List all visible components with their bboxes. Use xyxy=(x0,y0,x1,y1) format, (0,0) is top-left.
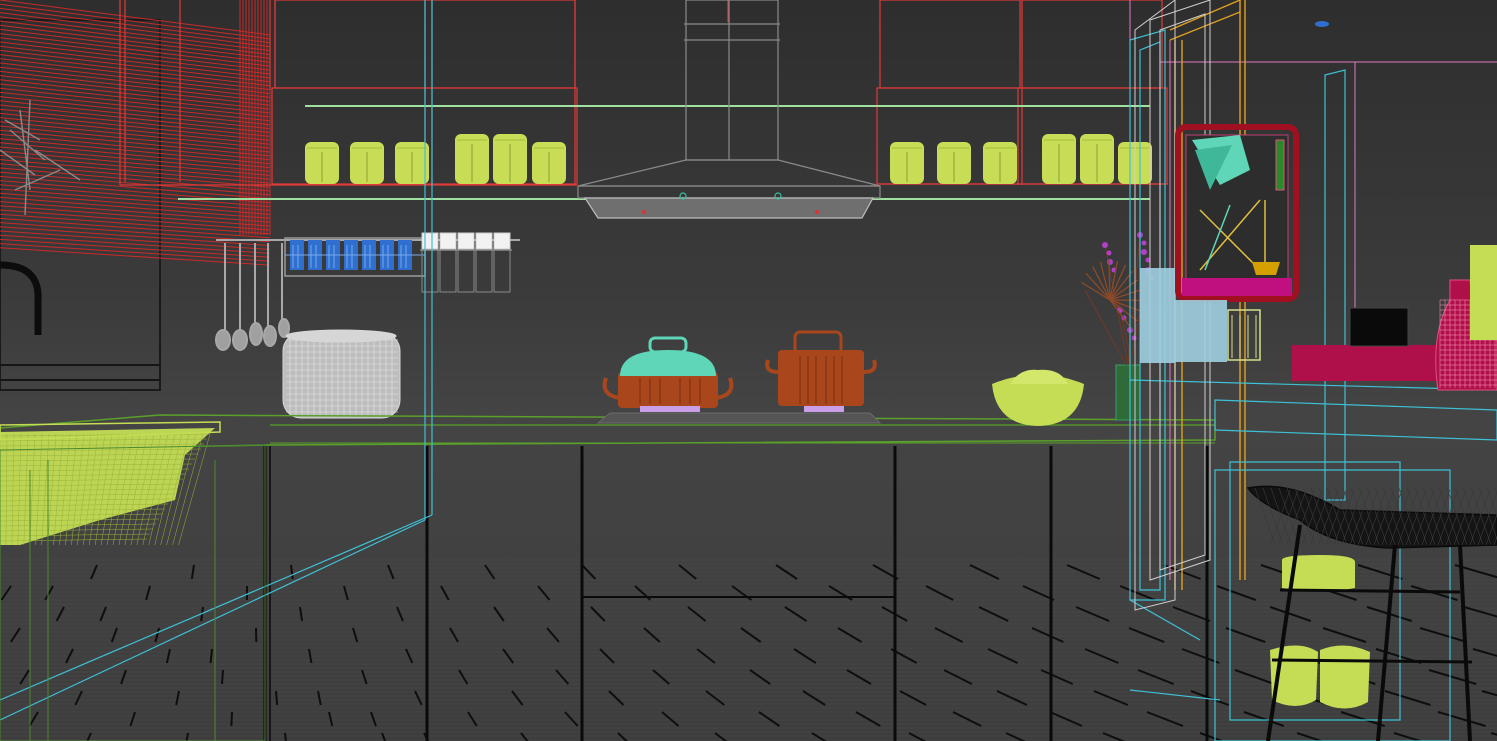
sink xyxy=(0,421,221,546)
spice-canister xyxy=(457,232,475,250)
fruit-bowl xyxy=(992,369,1084,426)
lidded-pot xyxy=(602,336,734,412)
spice-canister xyxy=(439,232,457,250)
spice-canister xyxy=(475,232,493,250)
counter-legs xyxy=(263,446,1209,741)
3d-viewport[interactable] xyxy=(0,0,1497,741)
spice-rack xyxy=(284,232,512,293)
range-hood xyxy=(577,0,881,219)
spice-canister xyxy=(493,232,511,250)
decanter xyxy=(1435,245,1497,391)
wall-picture xyxy=(1175,124,1299,302)
wireframe-scene[interactable] xyxy=(0,0,1497,741)
rice-cooker xyxy=(282,329,401,419)
window-blinds xyxy=(0,0,271,266)
window-frame xyxy=(0,19,161,391)
ceiling-light xyxy=(1315,21,1329,27)
stock-pot xyxy=(765,330,877,412)
